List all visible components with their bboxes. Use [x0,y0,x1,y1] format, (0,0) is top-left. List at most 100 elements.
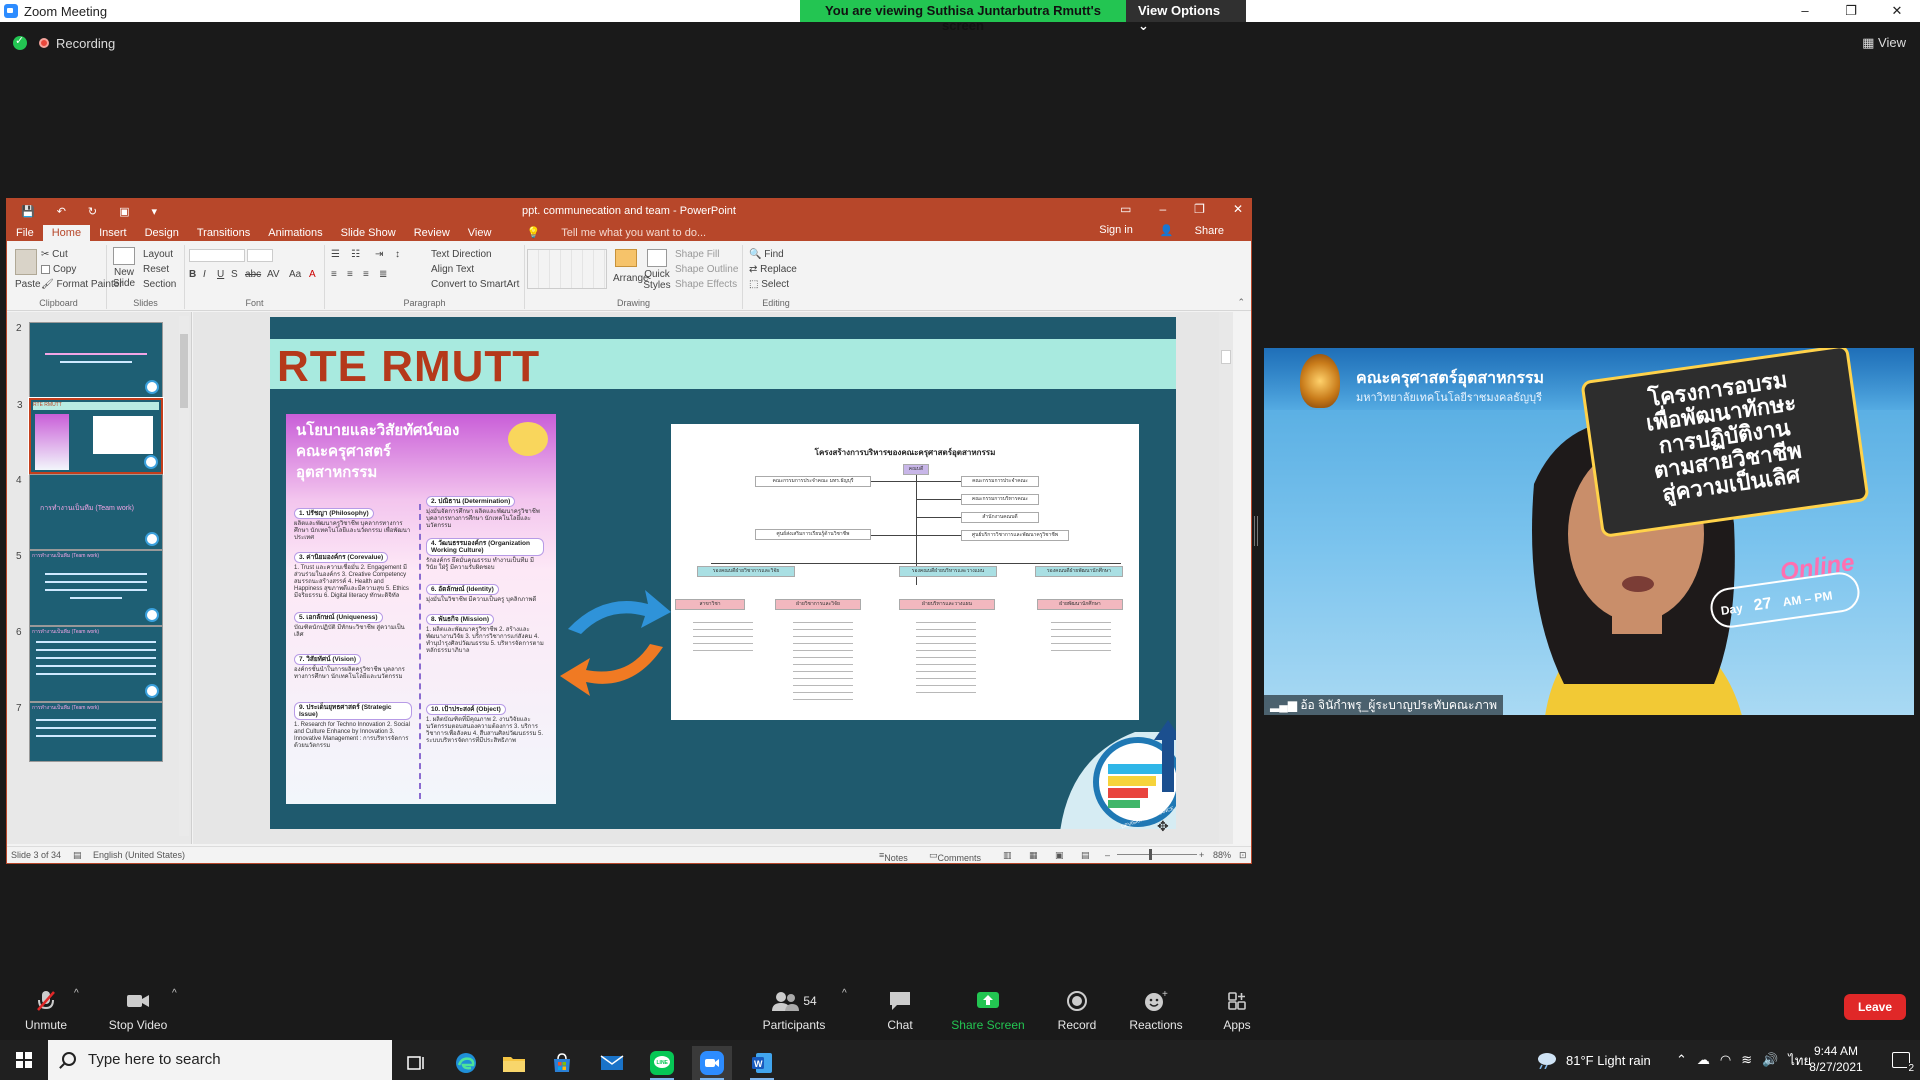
maximize-button[interactable]: ❐ [1828,0,1874,22]
show-hidden-icons[interactable]: ⌃ [1676,1052,1687,1068]
slide-sorter-icon[interactable]: ▦ [1029,850,1038,861]
zoom-in-icon[interactable]: + [1199,850,1204,860]
reset-button[interactable]: Reset [143,264,169,275]
reactions-button[interactable]: + Reactions [1116,988,1196,1032]
fit-slide-icon[interactable]: ⊡ [1239,850,1247,861]
encryption-shield-icon[interactable] [13,34,27,50]
slideshow-view-icon[interactable]: ▤ [1081,850,1090,861]
ppt-restore-button[interactable]: ❐ [1194,202,1205,216]
font-name-input[interactable] [189,249,245,262]
weather-widget[interactable]: 81°F Light rain [1534,1040,1651,1080]
char-spacing-button[interactable]: AV [267,269,280,280]
tab-slide-show[interactable]: Slide Show [332,227,405,241]
ribbon-display-icon[interactable]: ▭ [1120,202,1131,216]
stop-video-button[interactable]: Stop Video [98,988,178,1032]
share-screen-button[interactable]: Share Screen [948,988,1028,1032]
audio-options-caret[interactable]: ^ [74,988,79,999]
font-size-input[interactable] [247,249,273,262]
chat-button[interactable]: Chat [860,988,940,1032]
file-explorer-icon[interactable] [494,1046,534,1080]
line-app-icon[interactable]: LINE [642,1046,682,1080]
font-color-button[interactable]: A [309,269,316,280]
wifi-icon[interactable]: ≋ [1741,1052,1752,1068]
zoom-slider-thumb[interactable] [1149,849,1152,860]
reading-view-icon[interactable]: ▣ [1055,850,1064,861]
thumbnail-slide-3[interactable]: 3 RTE RMUTT [17,397,164,475]
thumbnail-slide-7[interactable]: 7 การทำงานเป็นทีม (Team work) [16,702,163,762]
ppt-close-button[interactable]: ✕ [1233,202,1243,216]
change-case-button[interactable]: Aa [289,269,301,280]
share-button[interactable]: 👤 Share [1142,224,1242,239]
slide-scroll-thumb[interactable] [1221,350,1231,364]
language-label[interactable]: English (United States) [93,850,185,860]
microsoft-store-icon[interactable] [542,1046,582,1080]
ppt-minimize-button[interactable]: – [1159,202,1166,216]
align-right-button[interactable]: ≡ [363,269,369,280]
section-button[interactable]: Section [143,279,176,290]
sign-in-link[interactable]: Sign in [1090,224,1142,239]
tab-review[interactable]: Review [405,227,459,241]
minimize-button[interactable]: – [1782,0,1828,22]
zoom-out-icon[interactable]: – [1105,850,1110,860]
zoom-slider[interactable] [1117,854,1197,855]
current-slide[interactable]: RTE RMUTT นโยบายและวิสัยทัศน์ของ คณะครุศ… [270,317,1176,829]
task-view-icon[interactable] [396,1046,436,1080]
onedrive-icon[interactable]: ☁ [1697,1052,1710,1068]
view-options-button[interactable]: View Options ⌄ [1126,0,1246,33]
paste-button[interactable]: Paste [15,279,41,290]
apps-button[interactable]: Apps [1197,988,1277,1032]
mail-icon[interactable] [592,1046,632,1080]
notes-button[interactable]: ≡ Notes [879,850,908,863]
new-slide-button[interactable]: New Slide [109,267,139,289]
tab-file[interactable]: File [7,227,43,241]
action-center-button[interactable]: 2 [1892,1040,1915,1080]
shape-fill-button[interactable]: Shape Fill [675,249,719,260]
word-app-icon[interactable]: W [742,1046,782,1080]
align-center-button[interactable]: ≡ [347,269,353,280]
shadow-button[interactable]: S [231,269,238,280]
copy-button[interactable]: Copy [41,264,76,275]
tab-transitions[interactable]: Transitions [188,227,259,241]
bold-button[interactable]: B [189,269,196,280]
spellcheck-icon[interactable]: ▤ [73,850,82,861]
slide-scrollbar[interactable] [1219,312,1233,844]
find-button[interactable]: 🔍 Find [749,249,784,260]
thumbnails-scrollbar[interactable] [179,316,189,836]
comments-button[interactable]: ▭ Comments [929,850,981,863]
thumbnail-slide-5[interactable]: 5 การทำงานเป็นทีม (Team work) [16,550,163,626]
cut-button[interactable]: ✂ Cut [41,249,68,260]
justify-button[interactable]: ≣ [379,269,387,280]
thumbnail-slide-6[interactable]: 6 การทำงานเป็นทีม (Team work) [16,626,163,702]
split-view-handle[interactable] [1254,516,1258,546]
tab-insert[interactable]: Insert [90,227,136,241]
bullets-button[interactable]: ☰ [331,249,340,260]
tab-design[interactable]: Design [136,227,188,241]
shapes-gallery[interactable] [527,249,607,289]
volume-icon[interactable]: 🔊 [1762,1052,1778,1068]
italic-button[interactable]: I [203,269,206,280]
strikethrough-button[interactable]: abc [245,269,261,280]
video-options-caret[interactable]: ^ [172,988,177,999]
scroll-thumb[interactable] [180,334,188,408]
numbering-button[interactable]: ☷ [351,249,360,260]
record-button[interactable]: Record [1037,988,1117,1032]
underline-button[interactable]: U [217,269,224,280]
replace-button[interactable]: ⇄ Replace [749,264,797,275]
network-icon[interactable]: ◠ [1720,1052,1731,1068]
edge-browser-icon[interactable] [446,1046,486,1080]
tab-view[interactable]: View [459,227,501,241]
zoom-app-taskbar-icon[interactable] [692,1046,732,1080]
participants-button[interactable]: 54 Participants [754,988,834,1032]
leave-button[interactable]: Leave [1843,994,1906,1020]
tab-home[interactable]: Home [42,225,91,241]
shape-outline-button[interactable]: Shape Outline [675,264,738,275]
taskbar-search-input[interactable]: Type here to search [48,1040,392,1080]
shape-effects-button[interactable]: Shape Effects [675,279,737,290]
line-spacing-button[interactable]: ↕ [395,249,400,260]
align-text-button[interactable]: Align Text [431,264,474,275]
collapse-ribbon-icon[interactable]: ⌃ [1237,297,1245,308]
participant-video[interactable]: คณะครุศาสตร์อุตสาหกรรม มหาวิทยาลัยเทคโนโ… [1264,348,1914,715]
taskbar-clock[interactable]: 9:44 AM 8/27/2021 [1796,1043,1876,1075]
close-button[interactable]: ✕ [1874,0,1920,22]
thumbnail-slide-4[interactable]: 4 การทำงานเป็นทีม (Team work) [16,474,163,550]
